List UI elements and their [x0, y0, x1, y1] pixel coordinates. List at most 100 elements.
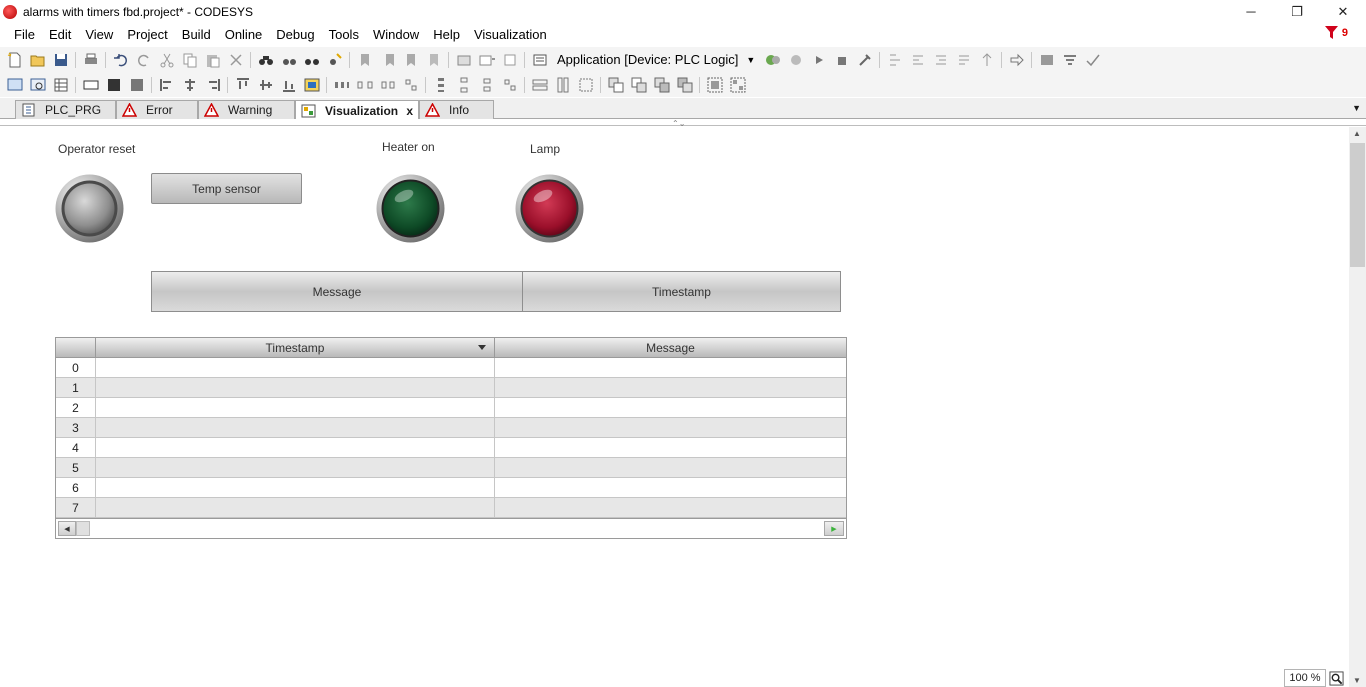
- menu-visualization[interactable]: Visualization: [467, 23, 554, 46]
- menu-online[interactable]: Online: [218, 23, 270, 46]
- increase-v-spacing-icon[interactable]: [455, 76, 473, 94]
- paste-icon[interactable]: [204, 51, 222, 69]
- group-icon[interactable]: [128, 76, 146, 94]
- operator-reset-button[interactable]: [55, 174, 124, 243]
- step-out-icon[interactable]: [955, 51, 973, 69]
- send-to-back-icon[interactable]: [676, 76, 694, 94]
- interface-editor-icon[interactable]: [52, 76, 70, 94]
- make-same-height-icon[interactable]: [554, 76, 572, 94]
- align-right-icon[interactable]: [204, 76, 222, 94]
- tab-plc-prg[interactable]: PLC_PRG: [15, 100, 116, 119]
- restore-button[interactable]: ❐: [1274, 0, 1320, 23]
- table-row[interactable]: 1: [56, 378, 846, 398]
- table-row[interactable]: 2: [56, 398, 846, 418]
- bring-to-front-icon[interactable]: [607, 76, 625, 94]
- open-project-icon[interactable]: [29, 51, 47, 69]
- distribute-vertical-icon[interactable]: [432, 76, 450, 94]
- menu-view[interactable]: View: [78, 23, 120, 46]
- menu-file[interactable]: File: [0, 23, 42, 46]
- message-column-header[interactable]: Message: [495, 338, 846, 357]
- bookmark-icon[interactable]: [356, 51, 374, 69]
- menu-help[interactable]: Help: [426, 23, 467, 46]
- start-icon[interactable]: [810, 51, 828, 69]
- table-row[interactable]: 7: [56, 498, 846, 518]
- scroll-down-icon[interactable]: ▼: [1353, 676, 1361, 685]
- save-icon[interactable]: [52, 51, 70, 69]
- bring-forward-icon[interactable]: [630, 76, 648, 94]
- stop-icon[interactable]: [833, 51, 851, 69]
- remove-v-spacing-icon[interactable]: [501, 76, 519, 94]
- keyboard-icon[interactable]: [82, 76, 100, 94]
- menu-project[interactable]: Project: [120, 23, 174, 46]
- element-list-icon[interactable]: [105, 76, 123, 94]
- align-bottom-icon[interactable]: [280, 76, 298, 94]
- tab-info[interactable]: Info: [419, 100, 494, 119]
- make-same-width-icon[interactable]: [531, 76, 549, 94]
- properties-icon[interactable]: [501, 51, 519, 69]
- undo-icon[interactable]: [112, 51, 130, 69]
- table-row[interactable]: 6: [56, 478, 846, 498]
- zoom-icon[interactable]: [1328, 669, 1345, 687]
- step-over-icon[interactable]: [909, 51, 927, 69]
- reset-icon[interactable]: [856, 51, 874, 69]
- tab-error[interactable]: Error: [116, 100, 198, 119]
- remove-h-spacing-icon[interactable]: [402, 76, 420, 94]
- minimize-button[interactable]: ─: [1228, 0, 1274, 23]
- menu-debug[interactable]: Debug: [269, 23, 321, 46]
- menu-tools[interactable]: Tools: [322, 23, 366, 46]
- project-environment-icon[interactable]: [455, 51, 473, 69]
- decrease-v-spacing-icon[interactable]: [478, 76, 496, 94]
- write-values-icon[interactable]: [1038, 51, 1056, 69]
- close-tab-icon[interactable]: x: [406, 104, 413, 118]
- next-bookmark-icon[interactable]: [402, 51, 420, 69]
- send-backward-icon[interactable]: [653, 76, 671, 94]
- release-values-icon[interactable]: [1084, 51, 1102, 69]
- copy-icon[interactable]: [181, 51, 199, 69]
- timestamp-column-header[interactable]: Timestamp: [96, 338, 495, 357]
- tab-list-dropdown-icon[interactable]: ▼: [1352, 103, 1361, 113]
- align-middle-icon[interactable]: [257, 76, 275, 94]
- menu-build[interactable]: Build: [175, 23, 218, 46]
- ungroup-elements-icon[interactable]: [729, 76, 747, 94]
- scroll-right-icon[interactable]: ▶: [824, 521, 844, 536]
- tab-visualization[interactable]: Visualization x: [295, 100, 419, 120]
- zoom-level-field[interactable]: 100 %: [1284, 669, 1326, 687]
- breakpoint-icon[interactable]: [886, 51, 904, 69]
- editor-splitter[interactable]: ⌃⌄: [0, 119, 1366, 128]
- login-icon[interactable]: [764, 51, 782, 69]
- step-into-icon[interactable]: [932, 51, 950, 69]
- clear-bookmarks-icon[interactable]: [425, 51, 443, 69]
- editor-vertical-scrollbar[interactable]: ▲ ▼: [1349, 127, 1366, 687]
- align-left-icon[interactable]: [158, 76, 176, 94]
- message-indicator[interactable]: 9: [1324, 26, 1348, 40]
- align-center-icon[interactable]: [181, 76, 199, 94]
- scroll-left-icon[interactable]: ◀: [58, 521, 76, 536]
- table-horizontal-scrollbar[interactable]: ◀ ▶: [56, 518, 846, 538]
- table-row[interactable]: 0: [56, 358, 846, 378]
- make-same-size-icon[interactable]: [577, 76, 595, 94]
- build-icon[interactable]: [531, 51, 549, 69]
- delete-icon[interactable]: [227, 51, 245, 69]
- scroll-thumb[interactable]: [1350, 143, 1365, 267]
- run-to-cursor-icon[interactable]: [978, 51, 996, 69]
- table-row[interactable]: 4: [56, 438, 846, 458]
- find-in-project-icon[interactable]: [326, 51, 344, 69]
- visualization-manager-icon[interactable]: [6, 76, 24, 94]
- decrease-h-spacing-icon[interactable]: [379, 76, 397, 94]
- menu-edit[interactable]: Edit: [42, 23, 78, 46]
- temp-sensor-button[interactable]: Temp sensor: [151, 173, 302, 204]
- replace-icon[interactable]: [303, 51, 321, 69]
- print-icon[interactable]: [82, 51, 100, 69]
- table-row[interactable]: 5: [56, 458, 846, 478]
- prev-bookmark-icon[interactable]: [379, 51, 397, 69]
- tab-warning[interactable]: Warning: [198, 100, 295, 119]
- visualization-preview-icon[interactable]: [29, 76, 47, 94]
- active-application-selector[interactable]: Application [Device: PLC Logic] ▼: [557, 52, 755, 67]
- image-pool-icon[interactable]: [303, 76, 321, 94]
- close-button[interactable]: ✕: [1320, 0, 1366, 23]
- set-next-statement-icon[interactable]: [1008, 51, 1026, 69]
- scroll-up-icon[interactable]: ▲: [1353, 129, 1361, 138]
- new-project-icon[interactable]: [6, 51, 24, 69]
- redo-icon[interactable]: [135, 51, 153, 69]
- scroll-thumb[interactable]: [76, 521, 90, 536]
